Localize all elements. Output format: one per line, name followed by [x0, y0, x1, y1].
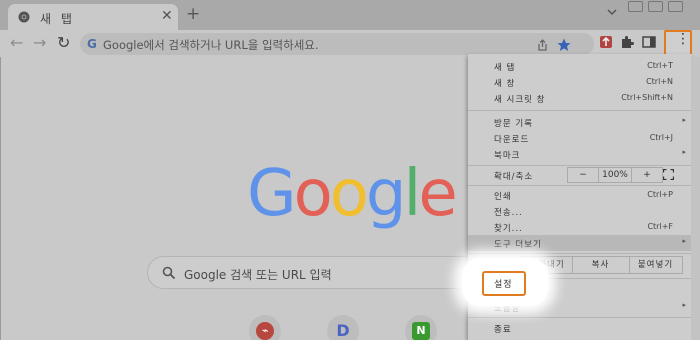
- logo-letter: e: [418, 157, 457, 231]
- menu-item-exit[interactable]: 종료: [468, 320, 692, 336]
- back-button[interactable]: ←: [10, 35, 23, 51]
- close-tab-icon[interactable]: ✕: [161, 8, 173, 24]
- menu-label: 북마크: [494, 151, 521, 161]
- menu-item-new-tab[interactable]: 새 탭 Ctrl+T: [468, 58, 692, 74]
- shortcut-tile[interactable]: N: [405, 315, 437, 340]
- menu-divider: [468, 253, 692, 254]
- shortcut-tile[interactable]: ⌁: [249, 315, 281, 340]
- fullscreen-icon[interactable]: [663, 169, 674, 180]
- menu-label: 도구 더보기: [494, 240, 542, 250]
- menu-shortcut: Ctrl+F: [647, 222, 673, 231]
- forward-button[interactable]: →: [33, 35, 46, 51]
- logo-letter: o: [329, 157, 369, 231]
- submenu-arrow-icon: ▸: [682, 116, 686, 124]
- scrollbar[interactable]: [691, 57, 700, 340]
- menu-label: 인쇄: [494, 192, 512, 202]
- submenu-arrow-icon: ▸: [682, 237, 686, 245]
- menu-label: 확대/축소: [494, 172, 534, 182]
- google-logo: Google: [247, 157, 458, 231]
- more-vert-icon: ⋮: [676, 31, 690, 47]
- menu-shortcut: Ctrl+N: [646, 77, 673, 86]
- menu-item-downloads[interactable]: 다운로드 Ctrl+J: [468, 130, 692, 146]
- side-panel-icon[interactable]: [641, 34, 657, 50]
- menu-label: 새 창: [494, 79, 516, 89]
- menu-item-print[interactable]: 인쇄 Ctrl+P: [468, 187, 692, 203]
- extension-icon[interactable]: [598, 34, 614, 50]
- google-icon: G: [87, 37, 97, 51]
- menu-item-find[interactable]: 찾기... Ctrl+F: [468, 219, 692, 235]
- zoom-in-button[interactable]: +: [631, 167, 663, 183]
- menu-divider: [468, 317, 692, 318]
- shortcut-icon: D: [336, 321, 350, 340]
- logo-letter: l: [403, 157, 422, 231]
- menu-label: 찾기...: [494, 224, 523, 234]
- submenu-arrow-icon: ▸: [682, 301, 686, 309]
- restore-button[interactable]: [648, 1, 663, 12]
- shortcut-icon: N: [412, 322, 430, 340]
- search-icon: [162, 266, 176, 280]
- shortcut-icon: ⌁: [256, 322, 274, 340]
- logo-letter: G: [247, 157, 297, 231]
- close-window-button[interactable]: [668, 1, 683, 12]
- tab-new-tab[interactable]: 새 탭 ✕: [8, 4, 178, 30]
- menu-label: 다운로드: [494, 135, 530, 145]
- logo-letter: g: [365, 157, 407, 231]
- menu-item-new-window[interactable]: 새 창 Ctrl+N: [468, 74, 692, 90]
- copy-button[interactable]: 복사: [572, 256, 630, 274]
- chevron-down-icon[interactable]: [607, 8, 617, 16]
- submenu-arrow-icon: ▸: [682, 148, 686, 156]
- menu-item-incognito[interactable]: 새 시크릿 창 Ctrl+Shift+N: [468, 90, 692, 106]
- reload-button[interactable]: ↻: [57, 35, 70, 51]
- menu-label: 전송...: [494, 208, 523, 218]
- logo-letter: o: [293, 157, 333, 231]
- menu-item-history[interactable]: 방문 기록 ▸: [468, 114, 692, 130]
- menu-shortcut: Ctrl+Shift+N: [621, 93, 673, 102]
- shortcut-tile[interactable]: D: [327, 315, 359, 340]
- menu-item-settings[interactable]: 설정: [482, 271, 526, 296]
- menu-item-more-tools[interactable]: 도구 더보기 ▸: [468, 235, 692, 251]
- paste-button[interactable]: 붙여넣기: [629, 256, 683, 274]
- menu-label: 종료: [494, 325, 512, 335]
- menu-shortcut: Ctrl+P: [647, 190, 673, 199]
- zoom-level: 100%: [598, 167, 632, 183]
- window-controls: [628, 1, 692, 15]
- menu-shortcut: Ctrl+T: [647, 61, 673, 70]
- menu-item-cast[interactable]: 전송...: [468, 203, 692, 219]
- puzzle-icon[interactable]: [619, 34, 635, 50]
- address-placeholder: Google에서 검색하거나 URL을 입력하세요.: [103, 38, 319, 52]
- menu-divider: [468, 110, 692, 111]
- menu-item-bookmarks[interactable]: 북마크 ▸: [468, 146, 692, 162]
- address-bar[interactable]: G Google에서 검색하거나 URL을 입력하세요.: [80, 33, 594, 55]
- new-tab-button[interactable]: +: [186, 6, 200, 23]
- search-placeholder: Google 검색 또는 URL 입력: [184, 268, 332, 282]
- toolbar: ← → ↻ G Google에서 검색하거나 URL을 입력하세요.: [0, 30, 700, 57]
- menu-label: 설정: [494, 280, 513, 290]
- menu-divider: [468, 165, 692, 166]
- share-icon[interactable]: [534, 37, 550, 53]
- tab-strip: 새 탭 ✕ +: [0, 0, 700, 30]
- menu-label: 방문 기록: [494, 119, 533, 129]
- menu-divider: [468, 185, 692, 186]
- chrome-icon: [18, 11, 30, 23]
- menu-label: 새 탭: [494, 63, 516, 73]
- zoom-out-button[interactable]: −: [567, 167, 599, 183]
- menu-shortcut: Ctrl+J: [649, 133, 673, 142]
- tab-title: 새 탭: [40, 12, 75, 26]
- minimize-button[interactable]: [628, 1, 643, 12]
- menu-label: 새 시크릿 창: [494, 95, 546, 105]
- bookmark-star-icon[interactable]: [556, 37, 572, 53]
